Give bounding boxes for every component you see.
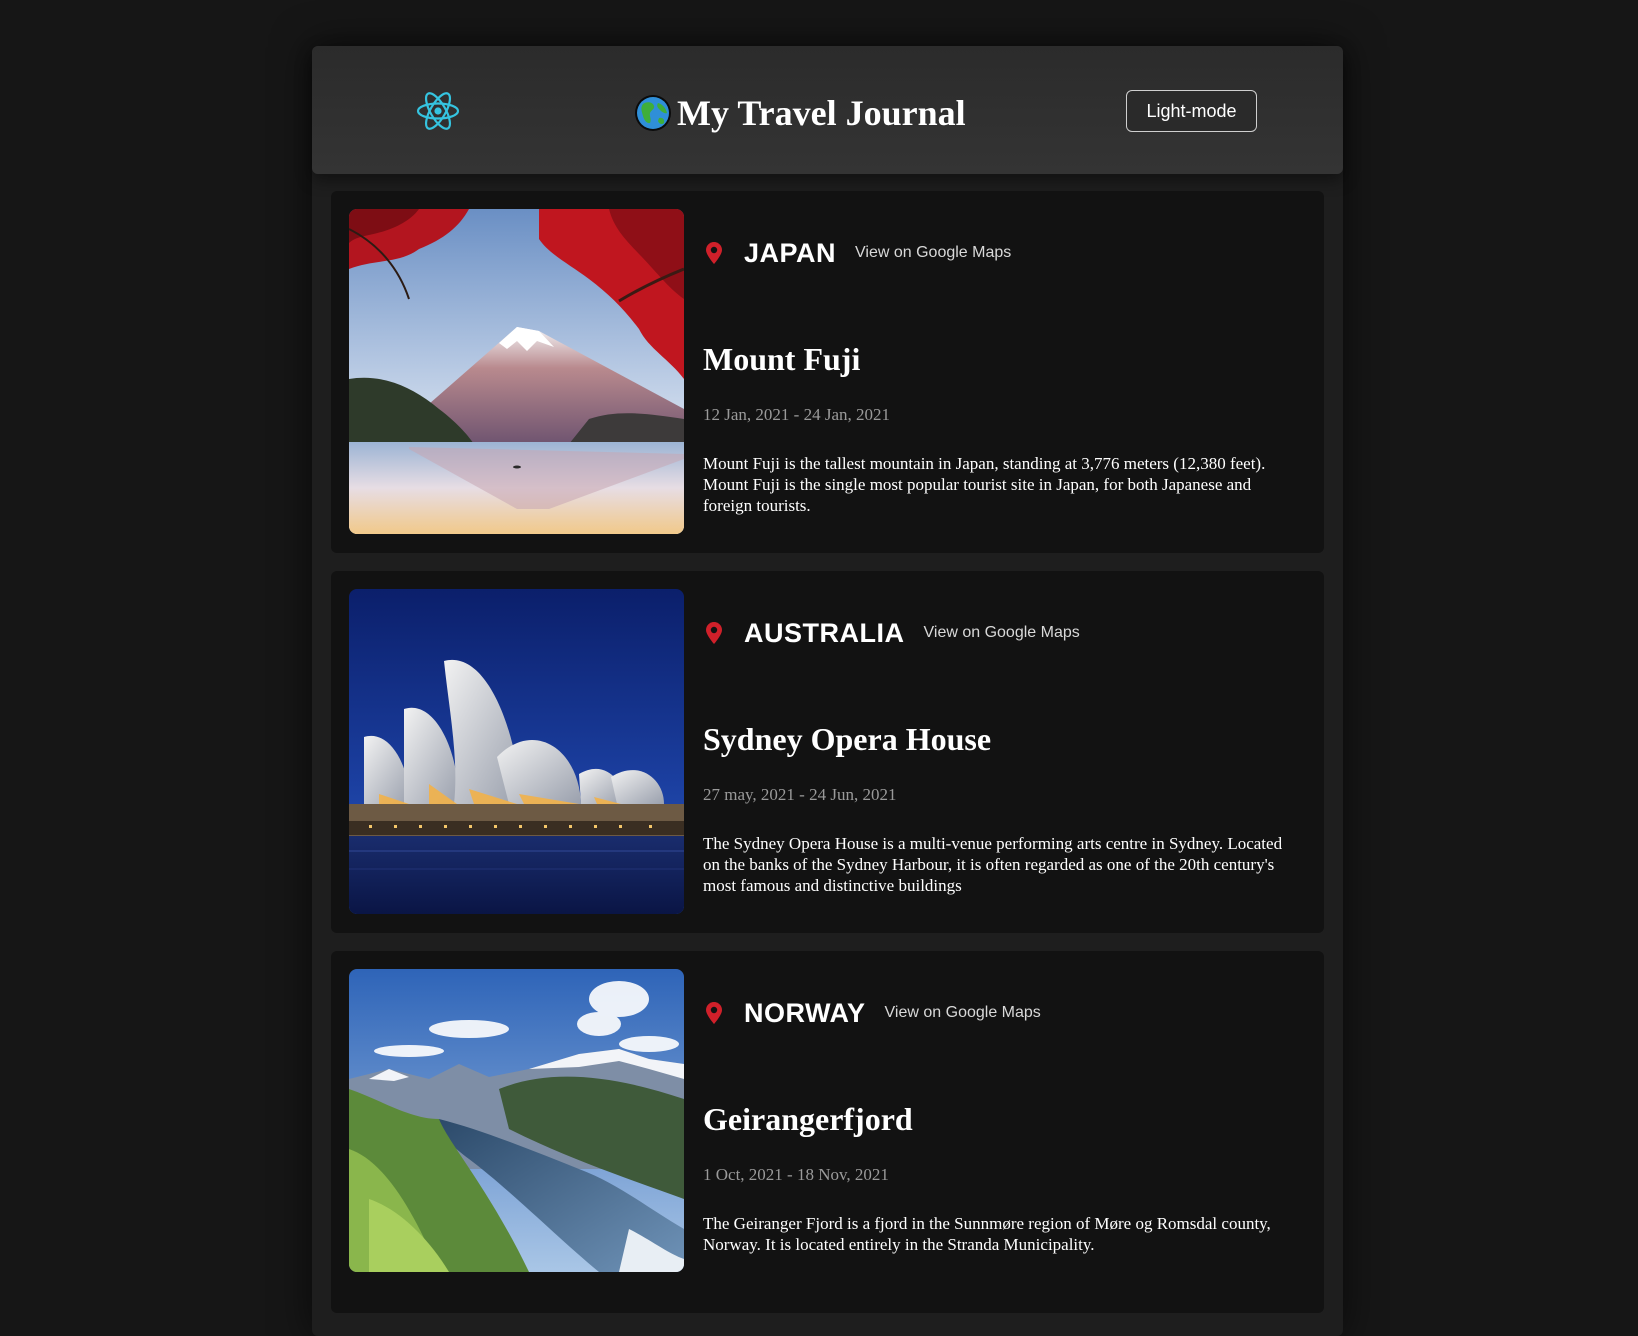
trip-dates: 27 may, 2021 - 24 Jun, 2021: [703, 785, 897, 804]
location-pin-icon: [706, 622, 722, 644]
app-title: My Travel Journal: [677, 93, 966, 133]
light-mode-button[interactable]: Light-mode: [1126, 90, 1257, 132]
page-title: My Travel Journal: [634, 92, 966, 134]
location-row: AUSTRALIA View on Google Maps: [703, 615, 1080, 651]
country-name: AUSTRALIA: [744, 617, 905, 648]
google-maps-link[interactable]: View on Google Maps: [924, 624, 1080, 642]
geirangerfjord-photo: [349, 969, 684, 1272]
trip-dates: 12 Jan, 2021 - 24 Jan, 2021: [703, 405, 890, 424]
place-description: The Sydney Opera House is a multi-venue …: [703, 834, 1283, 895]
mount-fuji-photo: [349, 209, 684, 534]
google-maps-link[interactable]: View on Google Maps: [885, 1004, 1041, 1022]
trip-dates: 1 Oct, 2021 - 18 Nov, 2021: [703, 1165, 889, 1184]
journal-entry-card: NORWAY View on Google Maps Geirangerfjor…: [331, 951, 1324, 1313]
place-title: Sydney Opera House: [703, 721, 992, 757]
place-description: Mount Fuji is the tallest mountain in Ja…: [703, 454, 1266, 515]
navbar: My Travel Journal Light-mode: [312, 46, 1343, 174]
sydney-opera-house-photo: [349, 589, 684, 914]
country-name: NORWAY: [744, 997, 866, 1028]
react-atom-icon: [416, 92, 460, 130]
journal-entry-card: AUSTRALIA View on Google Maps Sydney Ope…: [331, 571, 1324, 933]
app-container: My Travel Journal Light-mode JAPAN View …: [312, 46, 1343, 1336]
google-maps-link[interactable]: View on Google Maps: [855, 244, 1011, 262]
globe-icon: [635, 95, 671, 131]
place-title: Geirangerfjord: [703, 1101, 913, 1137]
location-row: JAPAN View on Google Maps: [703, 235, 1011, 271]
location-pin-icon: [706, 1002, 722, 1024]
location-pin-icon: [706, 242, 722, 264]
place-description: The Geiranger Fjord is a fjord in the Su…: [703, 1214, 1271, 1254]
journal-entry-card: JAPAN View on Google Maps Mount Fuji 12 …: [331, 191, 1324, 553]
place-title: Mount Fuji: [703, 341, 861, 377]
location-row: NORWAY View on Google Maps: [703, 995, 1041, 1031]
country-name: JAPAN: [744, 237, 837, 268]
